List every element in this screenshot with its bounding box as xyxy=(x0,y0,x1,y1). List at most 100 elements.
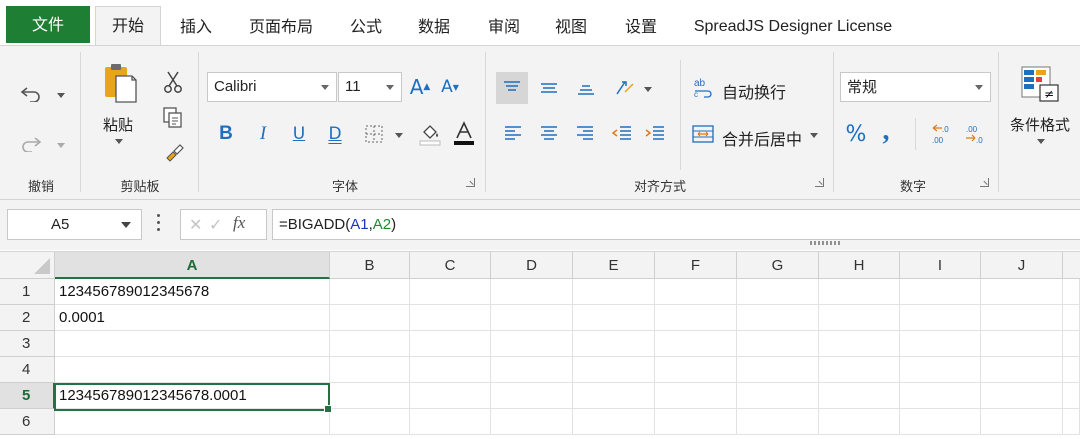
cell-h3[interactable] xyxy=(819,331,900,357)
copy-icon[interactable] xyxy=(158,104,188,132)
merge-center-button[interactable]: 合并后居中 xyxy=(722,126,802,150)
column-header-i[interactable]: I xyxy=(900,252,981,279)
cell-i2[interactable] xyxy=(900,305,981,331)
cell-g6[interactable] xyxy=(737,409,819,435)
italic-button[interactable]: I xyxy=(250,119,276,149)
tab-review[interactable]: 审阅 xyxy=(476,8,532,45)
tab-formulas[interactable]: 公式 xyxy=(338,8,394,45)
increase-font-icon[interactable]: A ▲ xyxy=(407,72,433,102)
column-header-e[interactable]: E xyxy=(573,252,655,279)
alignment-dialog-launcher-icon[interactable] xyxy=(815,178,824,187)
double-underline-button[interactable]: D xyxy=(322,119,348,149)
cell-e6[interactable] xyxy=(573,409,655,435)
align-bottom-icon[interactable] xyxy=(570,72,602,104)
row-header-3[interactable]: 3 xyxy=(0,331,55,357)
font-dialog-launcher-icon[interactable] xyxy=(466,178,475,187)
cell-b2[interactable] xyxy=(330,305,410,331)
cell-f4[interactable] xyxy=(655,357,737,383)
formula-bar-resize-handle[interactable] xyxy=(810,241,842,245)
merge-dropdown-icon[interactable] xyxy=(810,133,818,138)
orientation-dropdown-icon[interactable] xyxy=(644,87,652,92)
tab-file[interactable]: 文件 xyxy=(6,6,90,43)
cell-j1[interactable] xyxy=(981,279,1063,305)
cell-f5[interactable] xyxy=(655,383,737,409)
conditional-format-dropdown-icon[interactable] xyxy=(1037,139,1045,144)
cell-f1[interactable] xyxy=(655,279,737,305)
row-header-2[interactable]: 2 xyxy=(0,305,55,331)
cell-i4[interactable] xyxy=(900,357,981,383)
cell-i1[interactable] xyxy=(900,279,981,305)
comma-button[interactable]: , xyxy=(875,115,897,146)
cell-c1[interactable] xyxy=(410,279,491,305)
cell-e4[interactable] xyxy=(573,357,655,383)
cell-e3[interactable] xyxy=(573,331,655,357)
cell-h1[interactable] xyxy=(819,279,900,305)
cell-a2[interactable]: 0.0001 xyxy=(55,305,330,331)
cell-k5[interactable] xyxy=(1063,383,1080,409)
cell-g4[interactable] xyxy=(737,357,819,383)
cell-a6[interactable] xyxy=(55,409,330,435)
format-painter-icon[interactable] xyxy=(160,139,190,167)
cell-b4[interactable] xyxy=(330,357,410,383)
wrap-text-icon[interactable]: ab c xyxy=(690,72,716,102)
cell-d5[interactable] xyxy=(491,383,573,409)
tab-home[interactable]: 开始 xyxy=(95,6,161,46)
undo-icon[interactable] xyxy=(16,78,46,108)
cell-j2[interactable] xyxy=(981,305,1063,331)
cell-f3[interactable] xyxy=(655,331,737,357)
font-family-select[interactable]: Calibri xyxy=(207,72,337,102)
cell-h5[interactable] xyxy=(819,383,900,409)
cell-k6[interactable] xyxy=(1063,409,1080,435)
cell-c3[interactable] xyxy=(410,331,491,357)
decrease-font-icon[interactable]: A ▼ xyxy=(437,72,463,102)
cell-h2[interactable] xyxy=(819,305,900,331)
column-header-b[interactable]: B xyxy=(330,252,410,279)
row-header-1[interactable]: 1 xyxy=(0,279,55,305)
cell-a4[interactable] xyxy=(55,357,330,383)
cell-h4[interactable] xyxy=(819,357,900,383)
cell-a5[interactable]: 123456789012345678.0001 xyxy=(55,383,330,409)
name-box[interactable]: A5 xyxy=(7,209,142,240)
cell-c5[interactable] xyxy=(410,383,491,409)
cell-j6[interactable] xyxy=(981,409,1063,435)
cell-f2[interactable] xyxy=(655,305,737,331)
fill-color-icon[interactable] xyxy=(415,119,445,149)
column-header-a[interactable]: A xyxy=(55,252,330,279)
cell-k3[interactable] xyxy=(1063,331,1080,357)
column-header-d[interactable]: D xyxy=(491,252,573,279)
conditional-format-label[interactable]: 条件格式 xyxy=(1010,114,1070,135)
paste-dropdown-icon[interactable] xyxy=(115,139,123,144)
cell-h6[interactable] xyxy=(819,409,900,435)
cell-k4[interactable] xyxy=(1063,357,1080,383)
redo-dropdown-icon[interactable] xyxy=(57,143,65,148)
tab-data[interactable]: 数据 xyxy=(406,8,462,45)
column-header-h[interactable]: H xyxy=(819,252,900,279)
paste-label[interactable]: 粘贴 xyxy=(103,114,133,135)
tab-view[interactable]: 视图 xyxy=(543,8,599,45)
redo-icon[interactable] xyxy=(16,128,46,158)
merge-center-icon[interactable] xyxy=(690,119,716,149)
cell-b6[interactable] xyxy=(330,409,410,435)
align-center-icon[interactable] xyxy=(534,119,564,149)
tab-page-layout[interactable]: 页面布局 xyxy=(238,8,324,45)
confirm-icon[interactable]: ✓ xyxy=(209,215,222,234)
cell-d6[interactable] xyxy=(491,409,573,435)
number-format-select[interactable]: 常规 xyxy=(840,72,991,102)
increase-decimal-icon[interactable]: .0.00 xyxy=(929,119,955,149)
cut-icon[interactable] xyxy=(158,68,188,96)
cell-a3[interactable] xyxy=(55,331,330,357)
cell-d4[interactable] xyxy=(491,357,573,383)
cell-g5[interactable] xyxy=(737,383,819,409)
underline-button[interactable]: U xyxy=(286,119,312,149)
cell-k2[interactable] xyxy=(1063,305,1080,331)
tab-insert[interactable]: 插入 xyxy=(168,8,224,45)
cell-d3[interactable] xyxy=(491,331,573,357)
cell-g1[interactable] xyxy=(737,279,819,305)
font-size-select[interactable]: 11 xyxy=(338,72,402,102)
align-middle-icon[interactable] xyxy=(533,72,565,104)
formula-input[interactable]: =BIGADD(A1,A2) xyxy=(272,209,1080,240)
border-dropdown-icon[interactable] xyxy=(395,133,403,138)
column-header-g[interactable]: G xyxy=(737,252,819,279)
cell-g2[interactable] xyxy=(737,305,819,331)
more-options-icon[interactable] xyxy=(157,214,161,234)
